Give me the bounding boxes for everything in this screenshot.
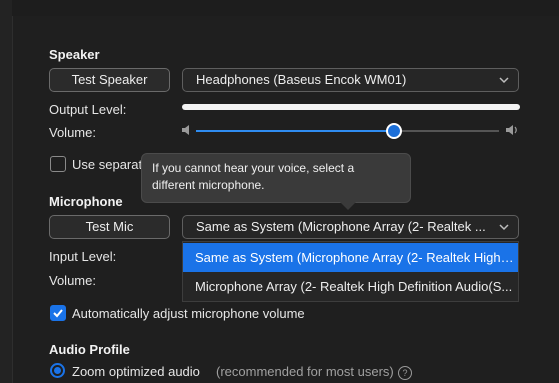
test-mic-button[interactable]: Test Mic — [49, 215, 170, 239]
chevron-down-icon — [499, 77, 509, 84]
speaker-volume-label: Volume: — [49, 125, 96, 140]
radio-dot — [54, 367, 61, 374]
microphone-tooltip: If you cannot hear your voice, select a … — [141, 153, 411, 203]
speaker-section-title: Speaker — [49, 47, 100, 62]
audio-profile-title: Audio Profile — [49, 342, 130, 357]
auto-adjust-label: Automatically adjust microphone volume — [72, 306, 305, 321]
use-separate-label: Use separat — [72, 157, 143, 172]
dropdown-option-label: Microphone Array (2- Realtek High Defini… — [195, 279, 513, 294]
tooltip-arrow — [340, 202, 356, 210]
speaker-volume-thumb[interactable] — [386, 123, 402, 139]
left-panel-edge — [0, 0, 13, 383]
input-level-label: Input Level: — [49, 249, 117, 264]
microphone-section-title: Microphone — [49, 194, 123, 209]
volume-low-icon — [182, 125, 189, 135]
checkmark-icon — [53, 309, 63, 318]
microphone-device-select[interactable]: Same as System (Microphone Array (2- Rea… — [182, 215, 519, 239]
auto-adjust-checkbox[interactable] — [50, 305, 66, 321]
speaker-volume-fill — [196, 130, 393, 132]
zoom-optimized-radio[interactable] — [50, 363, 65, 378]
dropdown-option-microphone-array[interactable]: Microphone Array (2- Realtek High Defini… — [183, 272, 518, 301]
use-separate-checkbox[interactable] — [50, 156, 66, 172]
output-level-label: Output Level: — [49, 102, 127, 117]
microphone-device-value: Same as System (Microphone Array (2- Rea… — [196, 219, 486, 234]
zoom-optimized-note: (recommended for most users) — [216, 364, 394, 379]
speaker-device-value: Headphones (Baseus Encok WM01) — [196, 72, 407, 87]
dropdown-option-label: Same as System (Microphone Array (2- Rea… — [195, 250, 515, 265]
zoom-optimized-label: Zoom optimized audio — [72, 364, 200, 379]
output-level-meter — [182, 104, 520, 110]
volume-high-icon — [506, 125, 517, 135]
microphone-volume-label: Volume: — [49, 273, 96, 288]
top-edge — [12, 0, 559, 16]
help-icon[interactable]: ? — [398, 366, 412, 380]
speaker-device-select[interactable]: Headphones (Baseus Encok WM01) — [182, 68, 519, 92]
chevron-down-icon — [499, 224, 509, 231]
test-speaker-button[interactable]: Test Speaker — [49, 68, 170, 92]
microphone-dropdown-list: Same as System (Microphone Array (2- Rea… — [182, 241, 519, 302]
dropdown-option-same-as-system[interactable]: Same as System (Microphone Array (2- Rea… — [183, 243, 518, 272]
